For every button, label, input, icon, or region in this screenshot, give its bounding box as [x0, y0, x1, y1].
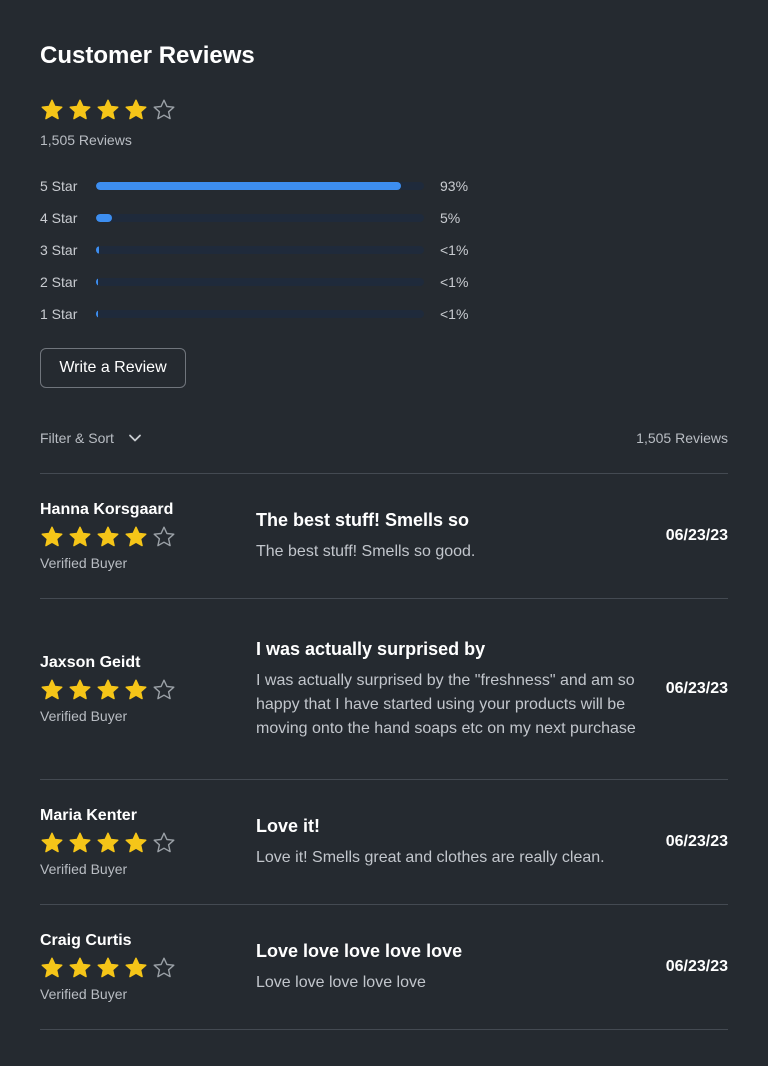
star-empty-icon	[152, 525, 176, 549]
review-date: 06/23/23	[665, 833, 728, 850]
star-filled-icon	[68, 525, 92, 549]
reviewer-name: Maria Kenter	[40, 807, 137, 824]
reviewer-name: Jaxson Geidt	[40, 654, 141, 671]
chevron-down-icon	[129, 434, 141, 442]
review-date: 06/23/23	[665, 680, 728, 697]
distribution-bar-fill	[96, 246, 100, 254]
distribution-bar-fill	[96, 182, 402, 190]
review-content: Love it! Love it! Smells great and clothe…	[256, 814, 636, 870]
distribution-bar-fill	[96, 278, 98, 286]
review-content: I was actually surprised by I was actuall…	[256, 637, 636, 741]
star-filled-icon	[68, 98, 92, 122]
write-review-button[interactable]: Write a Review	[40, 348, 186, 388]
distribution-bar-track	[96, 246, 424, 254]
reviewer-info: Jaxson Geidt Verified Buyer	[40, 652, 220, 726]
filter-sort-label: Filter & Sort	[40, 430, 114, 446]
review-title: Love love love love love	[256, 941, 463, 961]
star-filled-icon	[40, 956, 64, 980]
star-filled-icon	[124, 98, 148, 122]
review-date: 06/23/23	[665, 958, 728, 975]
distribution-label: 3 Star	[40, 242, 78, 258]
review-rating-stars	[40, 831, 220, 855]
review-body: The best stuff! Smells so good.	[256, 543, 476, 560]
verified-buyer-badge: Verified Buyer	[40, 708, 128, 724]
distribution-bar-track	[96, 310, 424, 318]
distribution-bar-fill	[96, 310, 98, 318]
review-item: Craig Curtis Verified Buyer Love love love…	[40, 905, 728, 1029]
review-item: Hanna Korsgaard Verified Buyer The best st…	[40, 474, 728, 598]
distribution-label: 4 Star	[40, 210, 78, 226]
page-title: Customer Reviews	[40, 42, 255, 69]
star-empty-icon	[152, 678, 176, 702]
star-filled-icon	[96, 831, 120, 855]
review-title: Love it!	[256, 816, 321, 836]
distribution-percent: <1%	[440, 306, 469, 322]
review-list-count: 1,505 Reviews	[636, 430, 728, 446]
star-empty-icon	[152, 831, 176, 855]
review-content: Love love love love love Love love love l…	[256, 939, 636, 995]
star-empty-icon	[152, 98, 176, 122]
review-date: 06/23/23	[665, 527, 728, 544]
reviewer-info: Maria Kenter Verified Buyer	[40, 805, 220, 879]
star-filled-icon	[96, 678, 120, 702]
distribution-row: 3 Star <1%	[40, 240, 480, 272]
star-filled-icon	[68, 831, 92, 855]
review-title: The best stuff! Smells so	[256, 510, 470, 530]
review-list: Hanna Korsgaard Verified Buyer The best st…	[40, 473, 728, 1030]
review-content: The best stuff! Smells so The best stuff!…	[256, 508, 636, 564]
star-filled-icon	[124, 525, 148, 549]
distribution-bar-track	[96, 182, 424, 190]
star-empty-icon	[152, 956, 176, 980]
distribution-label: 2 Star	[40, 274, 78, 290]
review-item: Maria Kenter Verified Buyer Love it! Love i…	[40, 780, 728, 904]
distribution-percent: 93%	[440, 178, 469, 194]
review-body: Love love love love love	[256, 974, 426, 991]
review-rating-stars	[40, 678, 220, 702]
verified-buyer-badge: Verified Buyer	[40, 861, 128, 877]
distribution-percent: <1%	[440, 274, 469, 290]
reviewer-name: Craig Curtis	[40, 932, 132, 949]
review-title: I was actually surprised by	[256, 639, 486, 659]
star-filled-icon	[40, 678, 64, 702]
reviewer-name: Hanna Korsgaard	[40, 501, 174, 518]
distribution-percent: 5%	[440, 210, 461, 226]
star-filled-icon	[96, 525, 120, 549]
distribution-percent: <1%	[440, 242, 469, 258]
review-rating-stars	[40, 956, 220, 980]
distribution-label: 5 Star	[40, 178, 78, 194]
star-filled-icon	[124, 956, 148, 980]
star-filled-icon	[124, 831, 148, 855]
rating-distribution: 5 Star 93% 4 Star 5% 3 Star <1% 2 Star <1% 1 Sta…	[40, 176, 480, 336]
star-filled-icon	[68, 678, 92, 702]
review-divider	[40, 1029, 728, 1030]
star-filled-icon	[40, 831, 64, 855]
distribution-row: 5 Star 93%	[40, 176, 480, 208]
star-filled-icon	[68, 956, 92, 980]
star-filled-icon	[124, 678, 148, 702]
overall-rating-stars	[40, 98, 176, 122]
distribution-row: 1 Star <1%	[40, 304, 480, 336]
star-filled-icon	[96, 98, 120, 122]
distribution-row: 2 Star <1%	[40, 272, 480, 304]
review-rating-stars	[40, 525, 220, 549]
reviewer-info: Hanna Korsgaard Verified Buyer	[40, 499, 220, 573]
star-filled-icon	[40, 525, 64, 549]
star-filled-icon	[96, 956, 120, 980]
distribution-bar-track	[96, 214, 424, 222]
star-filled-icon	[40, 98, 64, 122]
distribution-bar-track	[96, 278, 424, 286]
distribution-row: 4 Star 5%	[40, 208, 480, 240]
distribution-bar-fill	[96, 214, 113, 222]
review-item: Jaxson Geidt Verified Buyer I was actually…	[40, 599, 728, 779]
review-body: Love it! Smells great and clothes are re…	[256, 849, 605, 866]
verified-buyer-badge: Verified Buyer	[40, 986, 128, 1002]
distribution-label: 1 Star	[40, 306, 78, 322]
review-body: I was actually surprised by the "freshne…	[256, 672, 636, 737]
reviewer-info: Craig Curtis Verified Buyer	[40, 930, 220, 1004]
verified-buyer-badge: Verified Buyer	[40, 555, 128, 571]
filter-sort-dropdown[interactable]: Filter & Sort	[40, 428, 142, 448]
total-reviews-count: 1,505 Reviews	[40, 132, 132, 148]
